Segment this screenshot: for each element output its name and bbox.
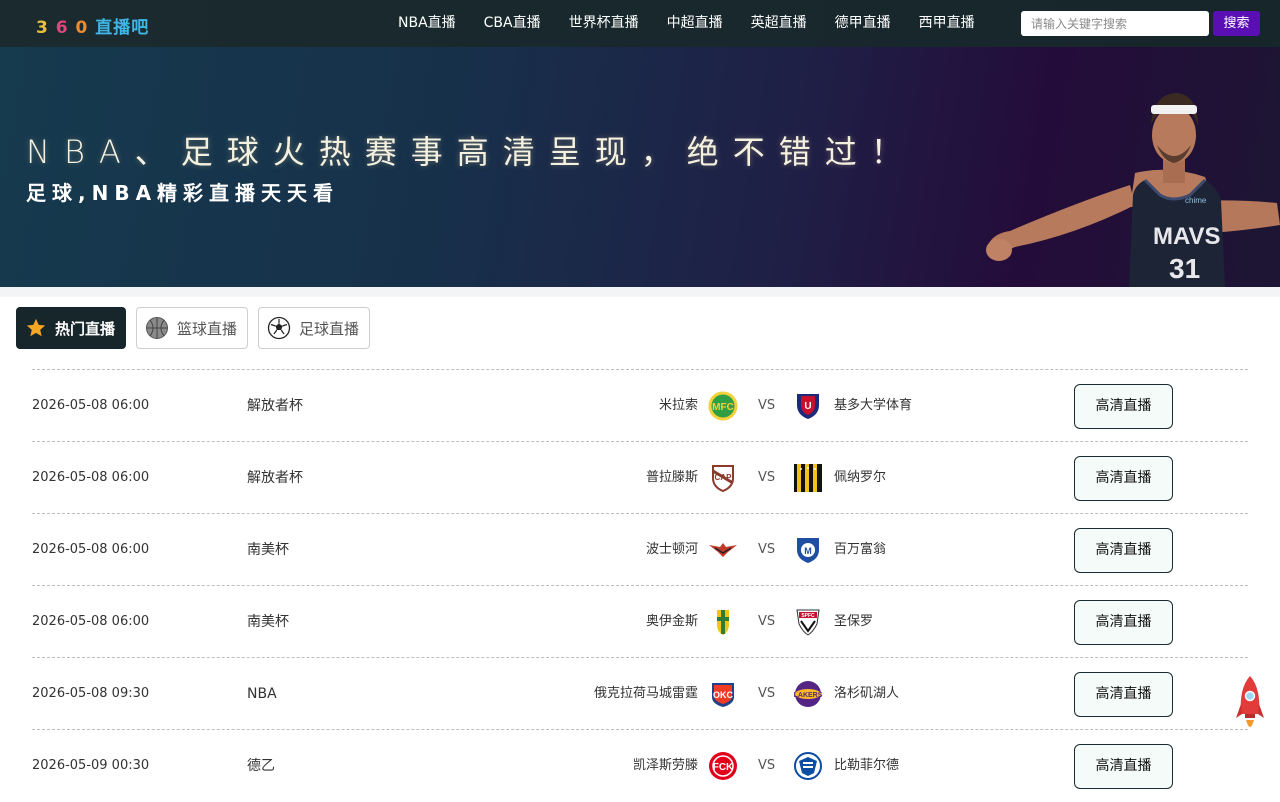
home-team-name: 米拉索 [658,398,698,413]
svg-text:FCK: FCK [713,762,734,773]
tab-football-live[interactable]: 足球直播 [258,307,371,349]
section-divider [0,287,1280,297]
logo-digit-3: 3 [36,18,49,38]
match-league: 解放者杯 [247,470,303,486]
home-team-name: 普拉滕斯 [645,470,698,485]
away-team-name: 百万富翁 [834,542,887,557]
hd-live-button[interactable]: 高清直播 [1074,600,1173,645]
away-team-name: 洛杉矶湖人 [834,686,900,701]
hd-live-button[interactable]: 高清直播 [1074,456,1173,501]
vs-label: VS [758,470,776,485]
hd-live-button[interactable]: 高清直播 [1074,384,1173,429]
home-team-logo-icon [717,610,729,635]
home-team-logo-icon [709,543,737,557]
away-team-logo-icon [794,464,822,492]
match-time: 2026-05-08 06:00 [32,398,150,413]
search-button[interactable]: 搜索 [1213,11,1260,36]
banner-subtitle: 足球,NBA精彩直播天天看 [26,181,340,205]
main-nav: NBA直播 CBA直播 世界杯直播 中超直播 英超直播 德甲直播 西甲直播 [385,0,990,47]
away-team-logo-icon: U [797,394,819,419]
nav-item-cba[interactable]: CBA直播 [471,0,554,47]
home-team-name: 俄克拉荷马城雷霆 [593,686,698,701]
nav-item-bundesliga[interactable]: 德甲直播 [822,0,904,47]
star-icon [26,318,46,337]
vs-label: VS [758,758,776,773]
match-league: 德乙 [247,758,275,774]
nav-item-epl[interactable]: 英超直播 [738,0,820,47]
hero-banner: NBA、足球火热赛事高清呈现，绝不错过！ 足球,NBA精彩直播天天看 MAVS … [0,47,1280,287]
match-row: 2026-05-09 00:30 德乙 凯泽斯劳滕 FCK VS 比勒菲尔德 高… [32,729,1248,801]
nav-item-world-cup[interactable]: 世界杯直播 [556,0,652,47]
nav-item-csl[interactable]: 中超直播 [654,0,736,47]
match-time: 2026-05-08 06:00 [32,470,150,485]
match-league: 解放者杯 [247,398,303,414]
banner-title: NBA、足球火热赛事高清呈现，绝不错过！ [26,133,917,171]
away-team-logo-icon: M [797,538,819,563]
tab-hot-live[interactable]: 热门直播 [16,307,127,349]
match-time: 2026-05-08 09:30 [32,686,150,701]
vs-label: VS [758,686,776,701]
search-input[interactable] [1021,11,1209,36]
tab-basketball-live[interactable]: 篮球直播 [136,307,249,349]
svg-text:U: U [804,401,811,412]
category-tabs: 热门直播 篮球直播 足球直播 [16,307,371,349]
match-row: 2026-05-08 06:00 解放者杯 米拉索 MFC VS U 基多大学体… [32,369,1248,441]
nav-item-nba[interactable]: NBA直播 [385,0,469,47]
away-team-logo-icon: SPFC [796,609,820,636]
vs-label: VS [758,398,776,413]
svg-text:M: M [804,546,812,556]
match-row: 2026-05-08 06:00 南美杯 波士顿河 VS M 百万富翁 高清直播 [32,513,1248,585]
svg-text:MFC: MFC [712,402,734,413]
home-team-name: 波士顿河 [645,542,698,557]
match-row: 2026-05-08 06:00 南美杯 奥伊金斯 VS SPFC 圣保罗 高清… [32,585,1248,657]
match-league: 南美杯 [247,614,289,630]
away-team-logo-icon: LAKERS [794,681,823,707]
svg-text:LAKERS: LAKERS [794,692,823,699]
away-team-name: 佩纳罗尔 [834,470,887,485]
tab-label: 热门直播 [55,319,116,338]
soccer-ball-icon [267,316,291,340]
match-time: 2026-05-09 00:30 [32,758,150,773]
hd-live-button[interactable]: 高清直播 [1074,528,1173,573]
vs-label: VS [758,542,776,557]
hd-live-button[interactable]: 高清直播 [1074,744,1173,789]
home-team-logo-icon: MFC [708,391,738,421]
svg-text:OKC: OKC [713,690,734,700]
match-league: 南美杯 [247,542,289,558]
site-logo[interactable]: 3 6 0 直播吧 [36,13,149,38]
match-time: 2026-05-08 06:00 [32,542,150,557]
tab-label: 足球直播 [299,319,360,338]
home-team-name: 奥伊金斯 [645,614,698,629]
svg-text:SPFC: SPFC [801,613,815,619]
away-team-name: 比勒菲尔德 [834,758,900,773]
jersey-sponsor-text: chime [1185,196,1207,205]
match-row: 2026-05-08 09:30 NBA 俄克拉荷马城雷霆 OKC VS LAK… [32,657,1248,729]
logo-digit-6: 6 [55,18,69,38]
tab-label: 篮球直播 [177,319,238,338]
match-row: 2026-05-08 06:00 解放者杯 普拉滕斯 CAP VS 佩纳罗尔 高… [32,441,1248,513]
jersey-team-text: MAVS [1153,223,1221,250]
home-team-name: 凯泽斯劳滕 [632,758,698,773]
vs-label: VS [758,614,776,629]
home-team-logo-icon: OKC [712,683,734,707]
top-navbar: 3 6 0 直播吧 NBA直播 CBA直播 世界杯直播 中超直播 英超直播 德甲… [0,0,1280,47]
svg-text:CAP: CAP [715,473,733,482]
jersey-number-text: 31 [1169,253,1200,284]
home-team-logo-icon: FCK [709,752,737,780]
basketball-player-image: MAVS 31 chime [986,93,1280,287]
nav-item-laliga[interactable]: 西甲直播 [906,0,988,47]
away-team-name: 圣保罗 [834,614,874,629]
match-league: NBA [247,686,277,702]
match-time: 2026-05-08 06:00 [32,614,150,629]
back-to-top-rocket-icon[interactable] [1235,674,1265,738]
hd-live-button[interactable]: 高清直播 [1074,672,1173,717]
home-team-logo-icon: CAP [712,465,734,493]
match-list: 2026-05-08 06:00 解放者杯 米拉索 MFC VS U 基多大学体… [32,369,1248,801]
away-team-name: 基多大学体育 [834,398,913,413]
logo-text: 直播吧 [95,18,150,38]
logo-digit-0: 0 [75,18,89,38]
basketball-icon [146,317,169,339]
away-team-logo-icon [794,752,822,780]
